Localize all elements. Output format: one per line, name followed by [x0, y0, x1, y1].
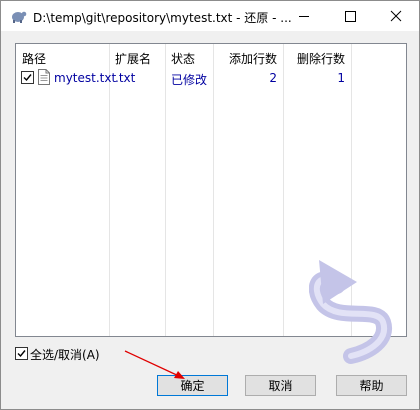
cancel-button[interactable]: 取消 — [245, 375, 316, 396]
column-separator — [165, 44, 166, 336]
file-list[interactable]: 路径 扩展名 状态 添加行数 删除行数 mytest.txt .txt 已修改 … — [15, 43, 407, 364]
minimize-icon — [299, 16, 309, 17]
column-header-status[interactable]: 状态 — [171, 50, 195, 67]
column-header-lines-removed[interactable]: 删除行数 — [289, 50, 345, 67]
help-button[interactable]: 帮助 — [336, 375, 407, 396]
checkmark-icon — [17, 350, 26, 358]
close-icon — [390, 10, 402, 22]
cell-lines-removed: 1 — [337, 71, 345, 85]
row-checkbox[interactable] — [21, 71, 34, 84]
select-all-label[interactable]: 全选/取消(A) — [30, 346, 100, 363]
maximize-icon — [345, 11, 356, 22]
column-separator — [283, 44, 284, 336]
cell-status: 已修改 — [171, 73, 208, 87]
cell-lines-added: 2 — [269, 71, 277, 85]
text-file-icon — [38, 69, 50, 85]
select-all-checkbox[interactable] — [15, 347, 28, 360]
column-header-lines-added[interactable]: 添加行数 — [221, 50, 277, 67]
maximize-button[interactable] — [327, 1, 373, 31]
minimize-button[interactable] — [281, 1, 327, 31]
tortoisegit-icon — [12, 11, 27, 23]
close-button[interactable] — [373, 1, 419, 31]
column-header-path[interactable]: 路径 — [22, 50, 46, 67]
window-title: D:\temp\git\repository\mytest.txt - 还原 -… — [33, 11, 292, 25]
annotation-arrow-icon — [124, 350, 185, 379]
column-header-extension[interactable]: 扩展名 — [115, 50, 151, 67]
cell-path: mytest.txt — [54, 71, 117, 85]
column-separator — [109, 44, 110, 336]
column-separator — [213, 44, 214, 336]
revert-dialog: D:\temp\git\repository\mytest.txt - 还原 -… — [0, 0, 420, 410]
title-bar: D:\temp\git\repository\mytest.txt - 还原 -… — [1, 1, 419, 31]
revert-watermark-icon — [309, 260, 392, 364]
cell-extension: .txt — [115, 71, 136, 85]
checkmark-icon — [23, 74, 32, 82]
